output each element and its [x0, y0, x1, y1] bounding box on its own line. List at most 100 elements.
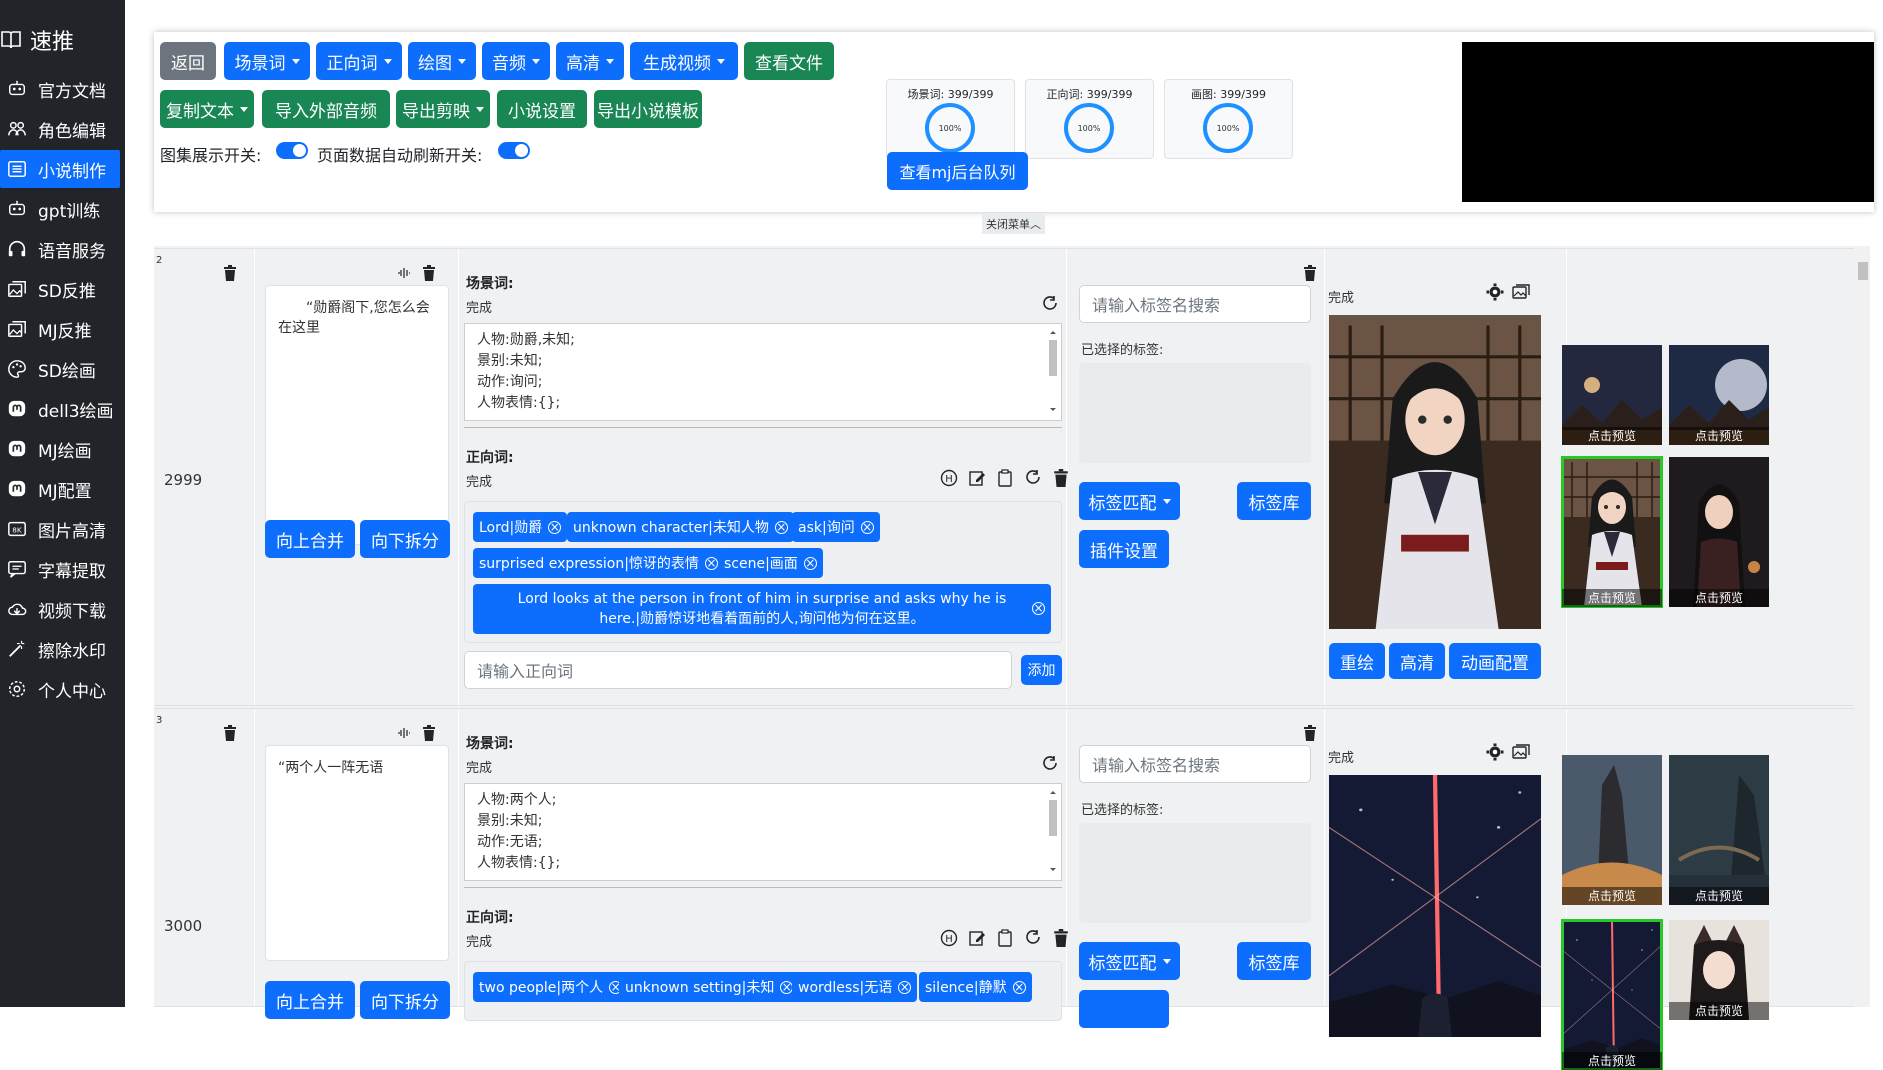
tag-library-button[interactable]: 标签库: [1237, 482, 1311, 520]
sidebar-item-10[interactable]: MJ配置: [0, 470, 120, 508]
sidebar-item-8[interactable]: dell3绘画: [0, 390, 120, 428]
view-files-button[interactable]: 查看文件: [744, 42, 834, 80]
gallery-switch[interactable]: [276, 142, 308, 159]
split-down-button[interactable]: 向下拆分: [360, 981, 450, 1019]
edit-icon[interactable]: [968, 469, 986, 491]
positive-tag-sentence[interactable]: Lord looks at the person in front of him…: [473, 584, 1051, 634]
candidate-thumbnail[interactable]: 点击预览: [1669, 345, 1769, 445]
scene-words-textarea[interactable]: 人物:两个人; 景别:未知; 动作:无语; 人物表情:{};: [464, 783, 1062, 881]
sidebar-item-6[interactable]: MJ反推: [0, 310, 120, 348]
sidebar-item-15[interactable]: 个人中心: [0, 670, 120, 708]
plugin-settings-button[interactable]: [1079, 990, 1169, 1028]
hd-icon[interactable]: H: [940, 469, 958, 491]
scene-words-dropdown[interactable]: 场景词: [224, 42, 310, 80]
refresh-icon[interactable]: [1041, 295, 1059, 317]
tag-search-input[interactable]: 请输入标签名搜索: [1079, 745, 1311, 783]
merge-up-button[interactable]: 向上合并: [265, 981, 355, 1019]
sidebar-item-5[interactable]: SD反推: [0, 270, 120, 308]
clipboard-icon[interactable]: [996, 469, 1014, 491]
remove-tag-icon[interactable]: ×: [803, 556, 817, 570]
tag-match-dropdown[interactable]: 标签匹配: [1079, 482, 1180, 520]
sidebar-item-3[interactable]: gpt训练: [0, 190, 120, 228]
scrollbar[interactable]: [1854, 246, 1870, 1007]
candidate-thumbnail[interactable]: 点击预览: [1669, 755, 1769, 905]
main-image[interactable]: [1329, 315, 1541, 629]
close-menu-button[interactable]: 关闭菜单︿: [982, 214, 1045, 234]
main-image[interactable]: [1329, 775, 1541, 1037]
positive-tag[interactable]: Lord|勋爵 ×: [473, 512, 568, 542]
back-button[interactable]: 返回: [160, 42, 216, 80]
tag-library-button[interactable]: 标签库: [1237, 942, 1311, 980]
sidebar-item-4[interactable]: 语音服务: [0, 230, 120, 268]
settings-icon[interactable]: [1486, 743, 1504, 765]
import-audio-button[interactable]: 导入外部音频: [262, 90, 390, 128]
positive-tag[interactable]: scene|画面 ×: [718, 548, 823, 578]
remove-tag-icon[interactable]: ×: [1032, 602, 1045, 615]
positive-tag[interactable]: unknown character|未知人物 ×: [567, 512, 794, 542]
copy-text-dropdown[interactable]: 复制文本: [160, 90, 254, 128]
candidate-thumbnail[interactable]: 点击预览: [1562, 345, 1662, 445]
upscale-button[interactable]: 高清: [1389, 643, 1445, 679]
sidebar-item-12[interactable]: 字幕提取: [0, 550, 120, 588]
delete-text-icon[interactable]: [422, 725, 436, 741]
refresh-icon[interactable]: [1024, 469, 1042, 491]
remove-tag-icon[interactable]: ×: [1012, 980, 1026, 994]
candidate-thumbnail[interactable]: 点击预览: [1562, 755, 1662, 905]
generate-video-dropdown[interactable]: 生成视频: [630, 42, 738, 80]
merge-up-button[interactable]: 向上合并: [265, 520, 355, 558]
sidebar-item-1[interactable]: 角色编辑: [0, 110, 120, 148]
mj-queue-button[interactable]: 查看mj后台队列: [887, 152, 1028, 190]
add-positive-word-button[interactable]: 添加: [1021, 655, 1062, 685]
textarea-scrollbar[interactable]: [1047, 788, 1059, 874]
positive-tag[interactable]: two people|两个人 ×: [473, 972, 629, 1002]
export-jianying-dropdown[interactable]: 导出剪映: [396, 90, 490, 128]
delete-tags-icon[interactable]: [1303, 265, 1317, 281]
sidebar-item-2[interactable]: 小说制作: [0, 150, 120, 188]
sidebar-item-9[interactable]: MJ绘画: [0, 430, 120, 468]
scrollbar-thumb[interactable]: [1858, 262, 1868, 280]
delete-row-icon[interactable]: [223, 725, 237, 741]
delete-tags-icon[interactable]: [1303, 725, 1317, 741]
delete-row-icon[interactable]: [223, 265, 237, 281]
novel-text-card[interactable]: “两个人一阵无语: [265, 745, 449, 961]
edit-icon[interactable]: [968, 929, 986, 951]
gallery-icon[interactable]: [1512, 283, 1530, 305]
refresh-icon[interactable]: [1024, 929, 1042, 951]
positive-tag[interactable]: wordless|无语 ×: [792, 972, 918, 1002]
redraw-button[interactable]: 重绘: [1329, 643, 1385, 679]
positive-tag[interactable]: unknown setting|未知 ×: [619, 972, 800, 1002]
trash-icon[interactable]: [1052, 469, 1070, 491]
positive-tag[interactable]: silence|静默 ×: [919, 972, 1032, 1002]
delete-text-icon[interactable]: [422, 265, 436, 281]
candidate-thumbnail[interactable]: 点击预览: [1561, 456, 1663, 608]
positive-words-dropdown[interactable]: 正向词: [316, 42, 402, 80]
settings-icon[interactable]: [1486, 283, 1504, 305]
drawing-dropdown[interactable]: 绘图: [408, 42, 476, 80]
animation-config-button[interactable]: 动画配置: [1449, 643, 1541, 679]
hd-icon[interactable]: H: [940, 929, 958, 951]
remove-tag-icon[interactable]: ×: [548, 520, 562, 534]
positive-tag[interactable]: ask|询问 ×: [792, 512, 880, 542]
tag-match-dropdown[interactable]: 标签匹配: [1079, 942, 1180, 980]
remove-tag-icon[interactable]: ×: [774, 520, 788, 534]
textarea-scrollbar[interactable]: [1047, 328, 1059, 414]
novel-text-card[interactable]: “勋爵阁下,您怎么会在这里: [265, 285, 449, 545]
sidebar-item-7[interactable]: SD绘画: [0, 350, 120, 388]
positive-tag[interactable]: surprised expression|惊讶的表情 ×: [473, 548, 724, 578]
remove-tag-icon[interactable]: ×: [704, 556, 718, 570]
sidebar-item-13[interactable]: 视频下载: [0, 590, 120, 628]
remove-tag-icon[interactable]: ×: [860, 520, 874, 534]
audio-wave-icon[interactable]: [397, 725, 411, 744]
audio-dropdown[interactable]: 音频: [482, 42, 550, 80]
audio-wave-icon[interactable]: [397, 265, 411, 284]
positive-word-input[interactable]: 请输入正向词: [464, 651, 1012, 689]
candidate-thumbnail[interactable]: 点击预览: [1561, 919, 1663, 1070]
scene-words-textarea[interactable]: 人物:勋爵,未知; 景别:未知; 动作:询问; 人物表情:{};: [464, 323, 1062, 421]
novel-settings-button[interactable]: 小说设置: [497, 90, 587, 128]
tag-search-input[interactable]: 请输入标签名搜索: [1079, 285, 1311, 323]
trash-icon[interactable]: [1052, 929, 1070, 951]
sidebar-item-11[interactable]: 8K 图片高清: [0, 510, 120, 548]
split-down-button[interactable]: 向下拆分: [360, 520, 450, 558]
candidate-thumbnail[interactable]: 点击预览: [1669, 920, 1769, 1020]
candidate-thumbnail[interactable]: 点击预览: [1669, 457, 1769, 607]
